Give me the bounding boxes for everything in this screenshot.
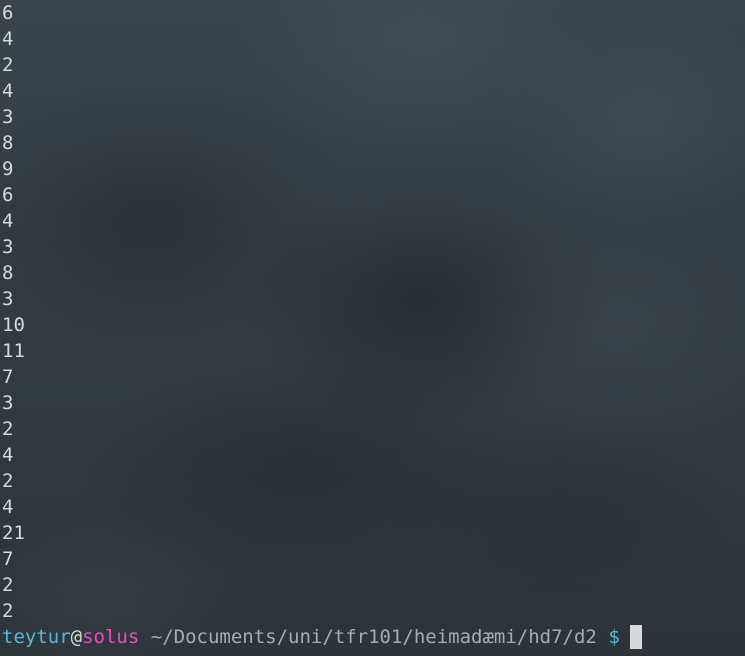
- output-line: 4: [2, 444, 14, 466]
- text-cursor: [629, 625, 642, 649]
- output-line: 6: [2, 2, 14, 24]
- prompt-path: ~/Documents/uni/tfr101/heimadæmi/hd7/d2: [150, 626, 597, 648]
- output-line: 11: [2, 340, 25, 362]
- output-line: 4: [2, 28, 14, 50]
- output-line: 6: [2, 184, 14, 206]
- output-line: 3: [2, 106, 14, 128]
- output-line: 3: [2, 288, 14, 310]
- output-line: 2: [2, 600, 14, 622]
- output-line: 10: [2, 314, 25, 336]
- output-line: 3: [2, 236, 14, 258]
- terminal-output: 6 4 2 4 3 8 9 6 4 3 8 3 10 11 7 3 2 4 2 4 21 7 2 2: [2, 0, 25, 624]
- output-line: 8: [2, 262, 14, 284]
- output-line: 2: [2, 418, 14, 440]
- output-line: 7: [2, 548, 14, 570]
- output-line: 4: [2, 210, 14, 232]
- output-line: 4: [2, 80, 14, 102]
- prompt-host: solus: [82, 626, 140, 648]
- command-prompt[interactable]: teytur @ solus ~/Documents/uni/tfr101/heim…: [2, 624, 642, 650]
- prompt-at: @: [70, 626, 83, 648]
- output-line: 2: [2, 54, 14, 76]
- output-line: 4: [2, 496, 14, 518]
- prompt-symbol: $: [608, 626, 620, 648]
- output-line: 2: [2, 574, 14, 596]
- output-line: 2: [2, 470, 14, 492]
- output-line: 9: [2, 158, 14, 180]
- output-line: 7: [2, 366, 14, 388]
- output-line: 21: [2, 522, 25, 544]
- output-line: 3: [2, 392, 14, 414]
- output-line: 8: [2, 132, 14, 154]
- terminal-window[interactable]: 6 4 2 4 3 8 9 6 4 3 8 3 10 11 7 3 2 4 2 4 21 7 2 2 teytur @ solus…: [0, 0, 745, 656]
- prompt-user: teytur: [2, 626, 71, 648]
